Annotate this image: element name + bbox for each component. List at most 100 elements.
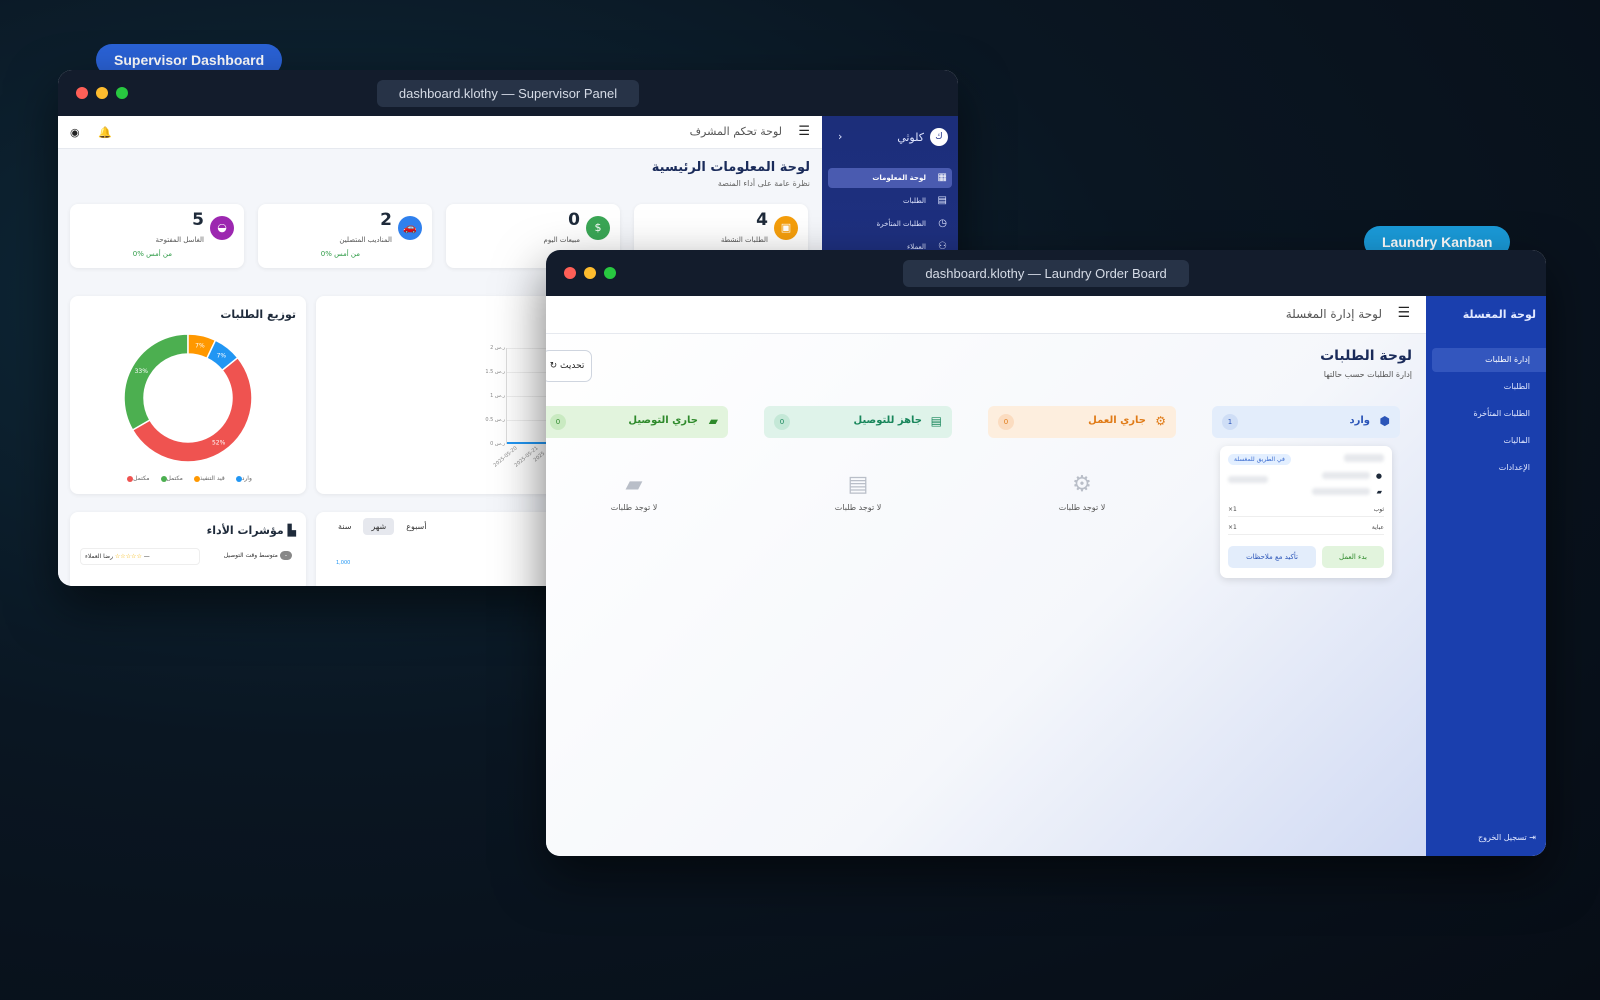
tab-year[interactable]: سنة <box>330 518 359 535</box>
page-title: لوحة الطلبات <box>1320 348 1412 364</box>
sidebar-item-late-orders[interactable]: الطلبات المتأخرة <box>1432 402 1546 426</box>
legend-item: مكتمل <box>158 475 183 482</box>
column-header: ▰ جاري التوصيل 0 <box>546 406 728 438</box>
y-tick: 1 ر.س <box>490 393 505 399</box>
status-badge: في الطريق للمغسلة <box>1228 454 1291 465</box>
minimize-window-button[interactable] <box>584 267 596 279</box>
empty-state: ▤ لا توجد طلبات <box>764 472 952 512</box>
maximize-window-button[interactable] <box>116 87 128 99</box>
sidebar-item-orders[interactable]: ▤ الطلبات <box>828 191 952 211</box>
column-title: جاري التوصيل <box>628 415 698 426</box>
kanban-column-incoming: ⬢ وارد 1 في الطريق للمغسلة ● ▰ ×1 ثوب ×1… <box>1212 406 1400 856</box>
sidebar: لوحة المغسلة إدارة الطلبات الطلبات الطلب… <box>1426 296 1546 856</box>
column-header: ⚙ جاري العمل 0 <box>988 406 1176 438</box>
y-tick: 1.5 ر.س <box>485 369 505 375</box>
page-subtitle: إدارة الطلبات حسب حالتها <box>1323 370 1412 379</box>
stat-card-open-laundries: ◒ 5 الغاسل المفتوحة 0% من أمس <box>70 204 244 268</box>
column-title: جاهز للتوصيل <box>853 415 922 426</box>
menu-icon[interactable]: ☰ <box>798 124 810 139</box>
sidebar-item-dashboard[interactable]: ▦ لوحة المعلومات <box>828 168 952 188</box>
start-work-button[interactable]: بدء العمل <box>1322 546 1384 568</box>
window-titlebar: dashboard.klothy — Laundry Order Board <box>546 250 1546 296</box>
order-item-row: ×1 ثوب <box>1228 506 1384 517</box>
item-name: عباية <box>1371 524 1384 531</box>
column-title: جاري العمل <box>1088 415 1146 426</box>
clock-icon: ◷ <box>938 218 947 229</box>
menu-icon[interactable]: ☰ <box>1397 305 1410 321</box>
y-tick: 0.5 ر.س <box>485 417 505 423</box>
stat-value: 2 <box>380 210 392 230</box>
column-count: 1 <box>1222 414 1238 430</box>
car-icon: 🚗 <box>398 216 422 240</box>
refresh-icon: ↻ <box>549 361 558 371</box>
window-title: dashboard.klothy — Laundry Order Board <box>903 259 1189 287</box>
item-qty: ×1 <box>1228 524 1237 531</box>
sidebar-item-label: الطلبات المتأخرة <box>876 220 926 228</box>
stat-value: 4 <box>756 210 768 230</box>
confirm-with-notes-button[interactable]: تأكيد مع ملاحظات <box>1228 546 1316 568</box>
brand: كلوثي ك <box>897 128 948 146</box>
item-name: ثوب <box>1373 506 1384 513</box>
sidebar-item-finance[interactable]: الماليات <box>1432 429 1546 453</box>
window-title: dashboard.klothy — Supervisor Panel <box>376 79 640 107</box>
close-window-button[interactable] <box>564 267 576 279</box>
window-titlebar: dashboard.klothy — Supervisor Panel <box>58 70 958 116</box>
stat-label: الطلبات النشطة <box>720 236 768 244</box>
stat-value: 5 <box>192 210 204 230</box>
sidebar-item-orders[interactable]: الطلبات <box>1432 375 1546 399</box>
stat-trend: 0% من أمس <box>132 250 172 258</box>
stat-card-online-drivers: 🚗 2 المناديب المتصلين 0% من أمس <box>258 204 432 268</box>
kpi-value: — <box>143 553 150 560</box>
empty-state-text: لا توجد طلبات <box>610 503 658 512</box>
order-card[interactable]: في الطريق للمغسلة ● ▰ ×1 ثوب ×1 عباية تأ… <box>1220 446 1392 578</box>
brand-name: كلوثي <box>897 130 924 144</box>
box-icon: ⬢ <box>1379 414 1390 428</box>
sales-period-card: سنة شهر أسبوع 1,000 <box>316 512 556 586</box>
kanban-window: dashboard.klothy — Laundry Order Board ل… <box>546 250 1546 856</box>
brand-logo: ك <box>930 128 948 146</box>
column-count: 0 <box>774 414 790 430</box>
receipt-icon: ▤ <box>930 414 942 428</box>
minimize-window-button[interactable] <box>96 87 108 99</box>
column-header: ▤ جاهز للتوصيل 0 <box>764 406 952 438</box>
sidebar-item-label: الطلبات <box>903 197 926 205</box>
sidebar-item-late-orders[interactable]: ◷ الطلبات المتأخرة <box>828 214 952 234</box>
donut-slice <box>123 333 189 432</box>
profile-icon[interactable]: ◉ <box>70 126 80 139</box>
column-count: 0 <box>998 414 1014 430</box>
truck-icon: ▰ <box>625 472 643 497</box>
bell-icon[interactable]: 🔔 <box>98 126 112 139</box>
sidebar-item-order-management[interactable]: إدارة الطلبات <box>1432 348 1546 372</box>
chart-legend: مكتمل مكتمل قيد التنفيذ وارد <box>70 475 306 482</box>
kanban-column-delivering: ▰ جاري التوصيل 0 ▰ لا توجد طلبات <box>546 406 728 856</box>
kanban-column-ready: ▤ جاهز للتوصيل 0 ▤ لا توجد طلبات <box>764 406 952 856</box>
top-bar: لوحة إدارة المغسلة ☰ <box>546 296 1426 334</box>
column-title: وارد <box>1349 415 1370 426</box>
iron-icon: ◒ <box>210 216 234 240</box>
topbar-title: لوحة إدارة المغسلة <box>1285 307 1382 321</box>
donut-chart: 52% 33% 7% 7% <box>123 333 253 463</box>
card-title: مؤشرات الأداء ▙ <box>207 524 296 537</box>
grid-icon: ▦ <box>937 172 947 183</box>
empty-state: ⚙ لا توجد طلبات <box>988 472 1176 512</box>
clipboard-icon: ▣ <box>774 216 798 240</box>
redacted-customer <box>1322 472 1370 479</box>
kpi-avg-delivery: متوسط وقت التوصيل - <box>223 551 292 560</box>
tab-week[interactable]: أسبوع <box>398 518 434 535</box>
kpi-label: متوسط وقت التوصيل <box>223 552 278 559</box>
tab-month[interactable]: شهر <box>363 518 395 535</box>
logout-button[interactable]: تسجيل الخروج ⇥ <box>1478 833 1536 842</box>
refresh-button[interactable]: ↻ تحديث <box>546 350 592 382</box>
kpi-label: رضا العملاء <box>85 553 113 560</box>
chevron-right-icon[interactable]: › <box>838 130 842 143</box>
close-window-button[interactable] <box>76 87 88 99</box>
kpi-value: - <box>279 551 292 560</box>
column-count: 0 <box>550 414 566 430</box>
wrench-icon: ⚙ <box>1072 472 1092 497</box>
sidebar-item-settings[interactable]: الإعدادات <box>1432 456 1546 480</box>
maximize-window-button[interactable] <box>604 267 616 279</box>
y-tick: 0 ر.س <box>490 441 505 447</box>
stat-value: 0 <box>568 210 580 230</box>
donut-label: 52% <box>212 439 226 446</box>
legend-item: قيد التنفيذ <box>191 475 225 482</box>
